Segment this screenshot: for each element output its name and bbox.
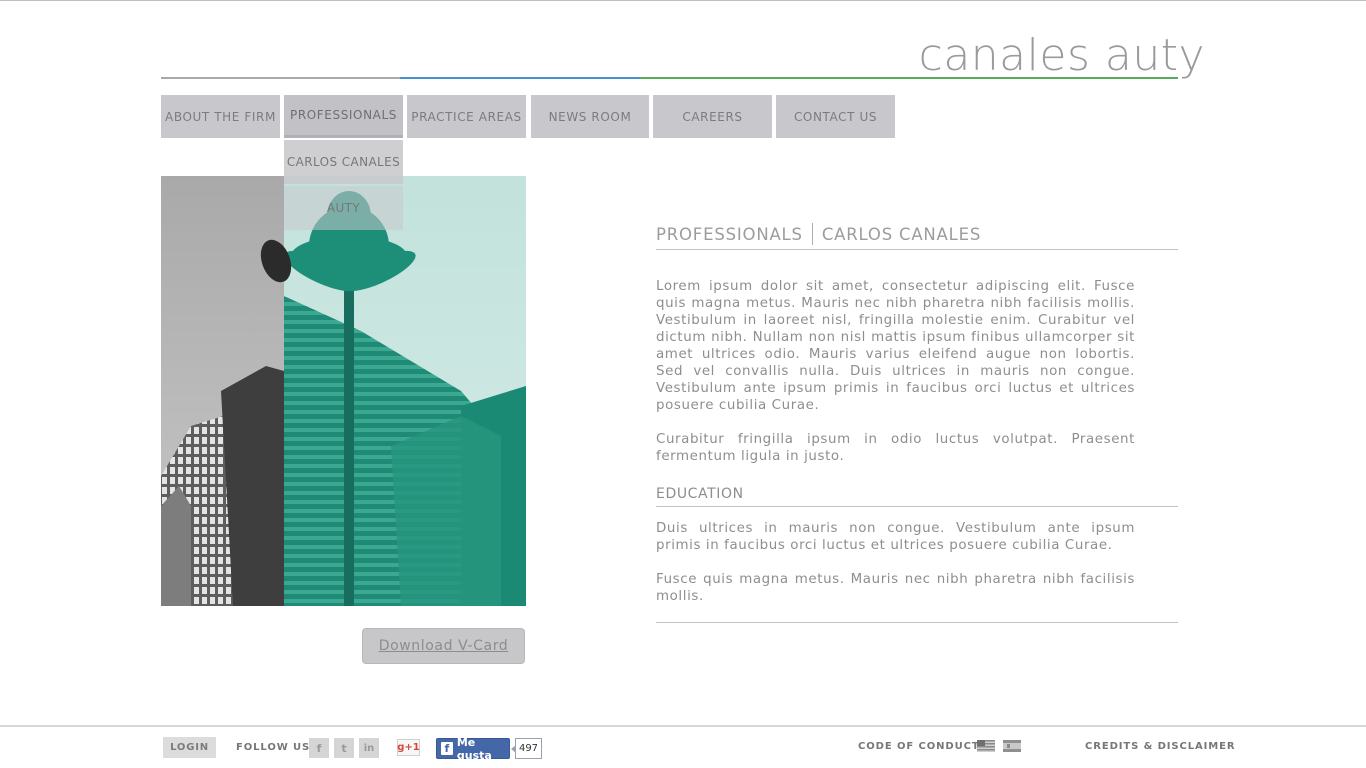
professional-photo: [161, 176, 526, 606]
bio-paragraph: Lorem ipsum dolor sit amet, consectetur …: [656, 279, 1135, 413]
top-border: [0, 0, 1366, 1]
header-rule-gray: [161, 77, 400, 79]
nav-careers[interactable]: CAREERS: [653, 95, 772, 138]
footer-divider: [0, 725, 1366, 727]
google-plus-button[interactable]: g+1: [397, 739, 420, 756]
linkedin-icon[interactable]: in: [359, 738, 379, 758]
nav-contact-us[interactable]: CONTACT US: [776, 95, 895, 138]
breadcrumb: PROFESSIONALS CARLOS CANALES: [656, 220, 1178, 248]
fb-like-label: Me gusta: [456, 735, 492, 762]
profile-content: PROFESSIONALS CARLOS CANALES Lorem ipsum…: [656, 220, 1178, 623]
bio-paragraph: Curabitur fringilla ipsum in odio luctus…: [656, 432, 1135, 464]
facebook-icon: f: [441, 742, 453, 755]
twitter-icon[interactable]: t: [334, 738, 354, 758]
header-rule-green: [640, 77, 1178, 79]
title-divider: [656, 249, 1178, 250]
breadcrumb-current: CARLOS CANALES: [821, 224, 982, 244]
nav-professionals[interactable]: PROFESSIONALS: [284, 95, 403, 138]
nav-news-room[interactable]: NEWS ROOM: [531, 95, 649, 138]
education-heading: EDUCATION: [656, 486, 744, 502]
submenu-carlos-canales[interactable]: CARLOS CANALES: [284, 140, 403, 184]
follow-us-label: FOLLOW US: [236, 742, 311, 753]
facebook-icon[interactable]: f: [309, 738, 329, 758]
login-button[interactable]: LOGIN: [163, 737, 216, 758]
education-divider: [656, 506, 1178, 507]
site-logo[interactable]: canales auty: [900, 30, 1205, 82]
content-bottom-divider: [656, 622, 1178, 623]
credits-disclaimer-link[interactable]: CREDITS & DISCLAIMER: [1085, 741, 1235, 752]
us-flag-icon[interactable]: [977, 740, 995, 752]
nav-about-the-firm[interactable]: ABOUT THE FIRM: [161, 95, 280, 138]
education-paragraph: Duis ultrices in mauris non congue. Vest…: [656, 521, 1135, 553]
es-flag-icon[interactable]: [1003, 740, 1021, 752]
facebook-like-button[interactable]: f Me gusta: [436, 735, 510, 762]
submenu-auty[interactable]: AUTY: [284, 186, 403, 230]
breadcrumb-section[interactable]: PROFESSIONALS: [656, 225, 803, 244]
code-of-conduct-link[interactable]: CODE OF CONDUCT: [858, 741, 980, 752]
download-vcard-button[interactable]: Download V-Card: [362, 628, 525, 664]
header-rule-blue: [400, 77, 640, 79]
breadcrumb-separator: [811, 223, 813, 245]
education-paragraph: Fusce quis magna metus. Mauris nec nibh …: [656, 572, 1135, 604]
nav-practice-areas[interactable]: PRACTICE AREAS: [407, 95, 526, 138]
fb-like-count: 497: [511, 738, 542, 759]
